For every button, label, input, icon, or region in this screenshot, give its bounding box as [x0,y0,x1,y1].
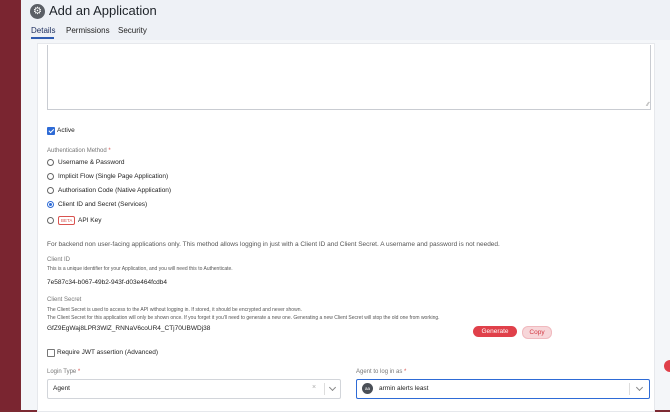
clear-icon[interactable]: × [312,384,316,391]
radio-implicit-flow[interactable] [47,173,54,180]
auth-option-client-id-secret: Client ID and Secret (Services) [58,201,148,208]
page-title: Add an Application [49,3,157,18]
auth-option-authorisation-code: Authorisation Code (Native Application) [58,187,172,194]
client-id-help: This is a unique identifier for your App… [47,266,233,272]
tab-permissions[interactable]: Permissions [66,26,110,35]
tab-security[interactable]: Security [118,26,147,35]
client-id-label: Client ID [47,257,71,263]
agent-label: Agent to log in as * [356,369,407,375]
login-type-select[interactable]: Agent × [47,379,341,399]
copy-secret-button[interactable]: Copy [522,326,552,339]
auth-method-label: Authentication Method * [47,148,111,154]
help-bubble[interactable] [664,360,670,372]
description-textarea[interactable]: ∕∕ [47,45,651,110]
jwt-assertion-label: Require JWT assertion (Advanced) [57,349,159,356]
resize-handle-icon[interactable]: ∕∕ [647,102,649,108]
client-secret-help-1: The Client Secret is used to access to t… [47,307,302,313]
radio-api-key[interactable] [47,217,54,224]
jwt-assertion-checkbox[interactable] [47,349,55,357]
login-type-label: Login Type * [47,369,81,375]
radio-client-id-secret[interactable] [47,201,54,208]
generate-secret-button[interactable]: Generate [473,326,517,337]
auth-option-username-password: Username & Password [58,159,125,166]
panel-header: ⚙ Add an Application Details Permissions… [21,0,670,40]
client-secret-help-2: The Client Secret for this application w… [47,315,440,321]
details-form-card: ∕∕ Active Authentication Method * Userna… [37,43,655,412]
auth-method-description: For backend non user-facing applications… [47,241,500,248]
auth-option-api-key: API Key [78,217,102,224]
radio-username-password[interactable] [47,159,54,166]
client-secret-value: GfZ9EgWaj8LPR3WlZ_RNNaV6coUR4_CTj70UBWDj… [47,325,211,332]
agent-select[interactable]: aa armin alerts least [356,379,650,399]
select-divider [324,383,325,395]
chevron-down-icon[interactable] [635,383,644,392]
login-type-value: Agent [53,385,70,392]
tab-details[interactable]: Details [31,26,55,35]
beta-badge: BETA [58,216,76,225]
agent-value: armin alerts least [379,385,429,392]
radio-authorisation-code[interactable] [47,187,54,194]
client-id-value: 7e587c34-b067-49b2-943f-d03e464fcdb4 [47,279,167,286]
client-secret-label: Client Secret [47,297,82,303]
add-application-panel: ⚙ Add an Application Details Permissions… [21,0,670,412]
active-label: Active [57,127,75,134]
agent-avatar: aa [362,383,373,394]
app-icon: ⚙ [30,4,45,19]
select-divider [629,383,630,395]
chevron-down-icon[interactable] [328,383,337,392]
auth-option-implicit-flow: Implicit Flow (Single Page Application) [58,173,169,180]
active-tab-indicator [31,37,54,39]
left-sidebar-strip [0,0,20,410]
active-checkbox[interactable] [47,127,55,135]
